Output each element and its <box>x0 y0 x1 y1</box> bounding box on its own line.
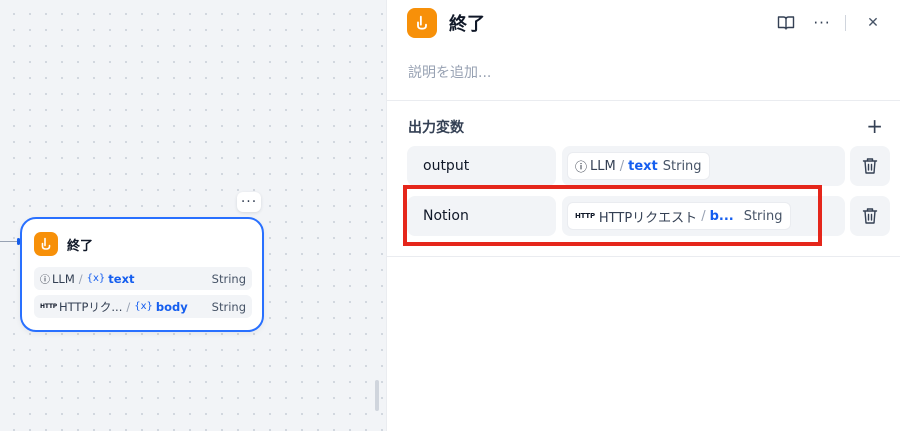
variable-value-selector[interactable]: ⓘ LLM / text String <box>562 146 845 186</box>
var-name: text <box>628 158 658 174</box>
end-node[interactable]: 終了 ⓘ LLM / {x} text String HTTP HTTPリク..… <box>20 217 264 332</box>
variable-value-selector[interactable]: HTTP HTTPリクエスト / b... String <box>562 196 845 236</box>
node-var-row: HTTP HTTPリク... / {x} body String <box>34 295 252 318</box>
var-source: LLM <box>52 271 75 286</box>
description-input[interactable]: 説明を追加... <box>408 62 491 82</box>
node-title: 終了 <box>67 238 94 254</box>
section-divider <box>387 256 900 257</box>
llm-icon: ⓘ <box>40 275 50 286</box>
variable-icon: {x} <box>86 273 106 284</box>
llm-icon: ⓘ <box>575 159 588 174</box>
var-separator: / <box>619 158 625 174</box>
var-name: text <box>108 271 135 286</box>
plus-icon: + <box>866 114 883 138</box>
toolbar-divider <box>845 15 846 31</box>
delete-variable-button[interactable] <box>850 146 890 186</box>
more-icon: ··· <box>240 194 258 210</box>
var-source: HTTPリク... <box>58 299 123 314</box>
more-icon: ··· <box>813 13 831 32</box>
panel-title[interactable]: 終了 <box>449 10 485 36</box>
var-source: HTTPリクエスト <box>598 210 698 226</box>
book-icon <box>777 16 795 30</box>
var-type: String <box>743 208 783 224</box>
node-more-button[interactable]: ··· <box>237 192 261 212</box>
close-icon: ✕ <box>867 15 879 31</box>
panel-resize-handle[interactable] <box>375 380 379 411</box>
add-variable-button[interactable]: + <box>866 116 883 136</box>
workflow-canvas[interactable]: ··· 終了 ⓘ LLM / {x} text String HTTP HTTP… <box>0 0 386 431</box>
variable-icon: {x} <box>134 301 153 312</box>
section-divider <box>387 100 900 101</box>
delete-variable-button[interactable] <box>850 196 890 236</box>
trash-icon <box>862 158 878 174</box>
var-type: String <box>211 271 246 286</box>
variable-name-input[interactable]: output <box>407 146 556 186</box>
http-icon: HTTP <box>575 212 595 220</box>
help-docs-button[interactable] <box>775 12 797 34</box>
output-variable-row: Notion HTTP HTTPリクエスト / b... String <box>407 196 891 236</box>
end-node-icon <box>407 8 437 38</box>
variable-reference-chip[interactable]: ⓘ LLM / text String <box>567 152 710 180</box>
node-settings-panel: 終了 ··· ✕ 説明を追加... 出力変数 + output ⓘ LLM / … <box>386 0 900 431</box>
panel-more-button[interactable]: ··· <box>811 12 833 34</box>
node-var-row: ⓘ LLM / {x} text String <box>34 267 252 290</box>
variable-name-input[interactable]: Notion <box>407 196 556 236</box>
end-node-icon <box>34 232 58 256</box>
var-separator: / <box>78 271 83 286</box>
var-source: LLM <box>590 158 616 174</box>
http-icon: HTTP <box>40 303 57 310</box>
close-button[interactable]: ✕ <box>862 12 884 34</box>
output-variables-title: 出力変数 <box>408 120 464 136</box>
var-name: body <box>155 299 188 314</box>
output-variable-row: output ⓘ LLM / text String <box>407 146 891 186</box>
var-name: b... <box>709 208 734 224</box>
variable-reference-chip[interactable]: HTTP HTTPリクエスト / b... String <box>567 202 791 230</box>
var-separator: / <box>701 208 706 224</box>
trash-icon <box>862 208 878 224</box>
var-separator: / <box>126 299 131 314</box>
var-type: String <box>211 299 246 314</box>
var-type: String <box>662 158 702 174</box>
